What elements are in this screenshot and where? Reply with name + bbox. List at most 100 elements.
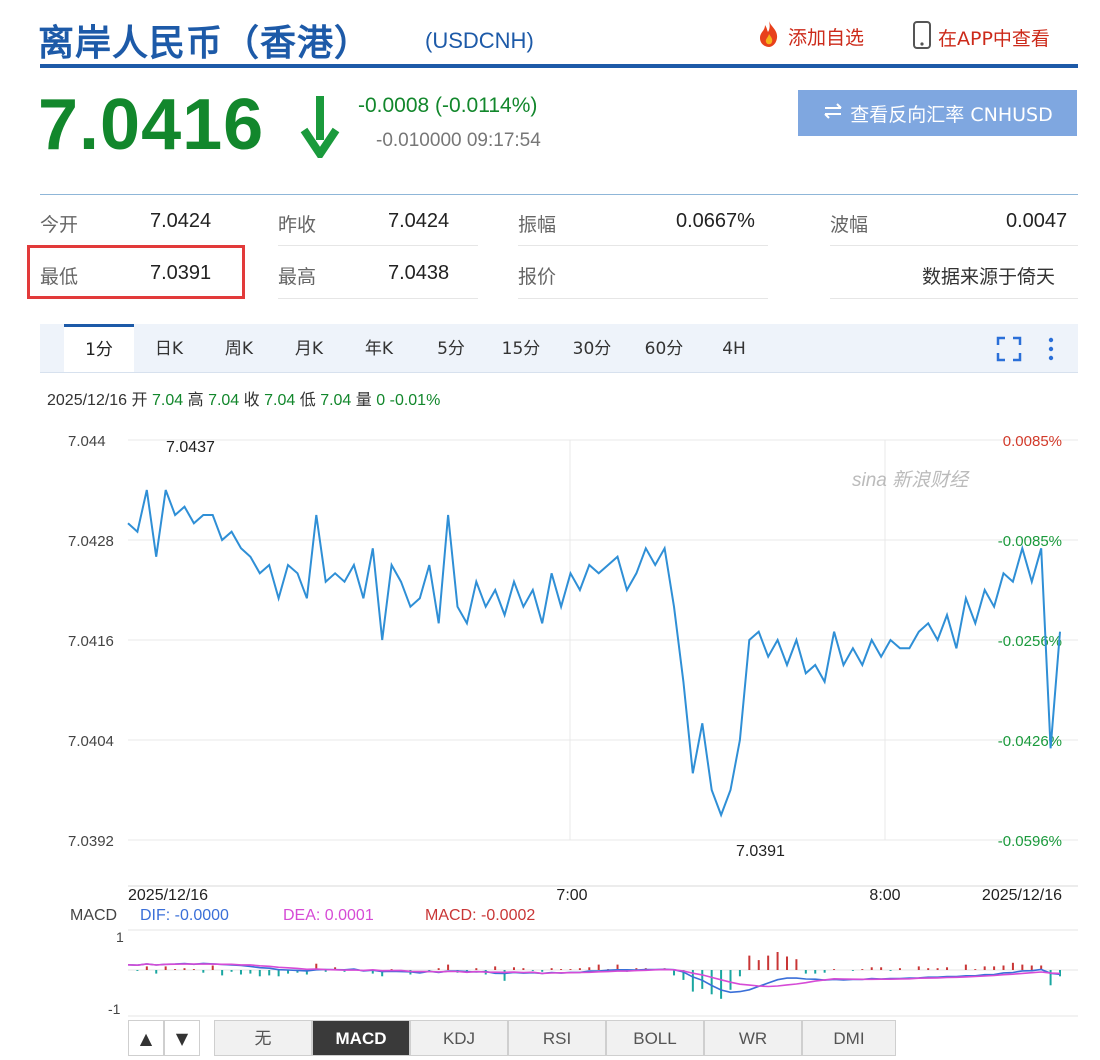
x-axis-label: 7:00 (556, 887, 587, 904)
y-tick-label: 7.0428 (68, 533, 114, 550)
swap-icon (822, 101, 844, 126)
sina-watermark: sina 新浪财经 (852, 469, 970, 491)
macd-title: MACD (70, 907, 117, 924)
stat-label-high: 最高 (278, 266, 317, 288)
scroll-up-button[interactable]: ▲ (128, 1020, 164, 1056)
page-title: 离岸人民币（香港） (38, 23, 372, 64)
tab-15min[interactable]: 15分 (492, 324, 550, 372)
chart-low-label: 7.0391 (736, 843, 785, 860)
x-axis-labels: 2025/12/16 7:00 8:00 2025/12/16 (128, 887, 1062, 904)
info-low: 7.04 (320, 392, 352, 409)
tab-day-k[interactable]: 日K (140, 324, 198, 372)
tab-kdj[interactable]: KDJ (410, 1020, 508, 1056)
chart-grid (128, 439, 1078, 887)
triangle-up-icon: ▲ (139, 1028, 153, 1048)
tab-30min[interactable]: 30分 (562, 324, 622, 372)
view-in-app-button[interactable]: 在APP中查看 (912, 20, 1050, 55)
tab-5min[interactable]: 5分 (422, 324, 480, 372)
row-divider (518, 298, 768, 299)
info-low-label: 低 (299, 392, 316, 409)
fire-icon (756, 20, 782, 53)
intraday-chart: 7.044 7.0428 7.0416 7.0404 7.0392 0.0085% -0.… (68, 433, 1078, 1017)
tab-macd[interactable]: MACD (312, 1020, 410, 1056)
stat-value-prev-close: 7.0424 (388, 210, 450, 232)
y-tick-label: 7.0416 (68, 633, 114, 650)
info-high: 7.04 (208, 392, 240, 409)
add-favorite-label: 添加自选 (788, 27, 865, 49)
y-tick-label: 7.044 (68, 433, 106, 450)
row-divider (278, 245, 478, 246)
macd-dea: DEA: 0.0001 (283, 907, 374, 924)
tab-year-k[interactable]: 年K (350, 324, 408, 372)
row-divider (278, 298, 478, 299)
info-vol: 0 (376, 392, 386, 409)
tab-60min[interactable]: 60分 (634, 324, 694, 372)
macd-pane (127, 929, 1078, 1017)
pct-tick-label: -0.0256% (998, 633, 1062, 650)
y-tick-label: 7.0392 (68, 833, 114, 850)
current-price: 7.0416 (38, 85, 265, 165)
tab-week-k[interactable]: 周K (210, 324, 268, 372)
price-change: -0.0008 (-0.0114%) (358, 94, 538, 117)
info-close-label: 收 (243, 392, 260, 409)
reverse-rate-button[interactable]: 查看反向汇率 CNHUSD (798, 90, 1077, 136)
x-axis-label: 2025/12/16 (128, 887, 208, 904)
macd-axis-bottom: -1 (108, 1001, 121, 1017)
info-vol-label: 量 (355, 392, 372, 409)
macd-value: MACD: -0.0002 (425, 907, 535, 924)
x-axis-label: 8:00 (869, 887, 900, 904)
info-open-label: 开 (131, 392, 148, 409)
indicator-tab-bar: ▲ ▼ 无 MACD KDJ RSI BOLL WR DMI (128, 1020, 1078, 1060)
price-line (127, 489, 1061, 818)
tab-4h[interactable]: 4H (704, 324, 764, 372)
stat-label-quote: 报价 (518, 266, 557, 288)
stat-value-range: 0.0047 (1006, 210, 1068, 232)
info-pct: -0.01% (389, 392, 441, 409)
stat-value-open: 7.0424 (150, 210, 212, 232)
y-axis-ticks: 7.044 7.0428 7.0416 7.0404 7.0392 (68, 433, 114, 850)
tab-boll[interactable]: BOLL (606, 1020, 704, 1056)
info-open: 7.04 (152, 392, 184, 409)
row-divider (830, 245, 1078, 246)
tab-wr[interactable]: WR (704, 1020, 802, 1056)
stat-value-high: 7.0438 (388, 262, 450, 284)
tab-month-k[interactable]: 月K (280, 324, 338, 372)
ohlc-info-line: 2025/12/16 开 7.04 高 7.04 收 7.04 低 7.04 量… (47, 386, 440, 410)
add-favorite-button[interactable]: 添加自选 (756, 20, 864, 53)
macd-axis-top: 1 (116, 929, 124, 945)
price-subline: -0.010000 09:17:54 (376, 130, 541, 151)
macd-dif: DIF: -0.0000 (140, 907, 229, 924)
stat-label-open: 今开 (40, 214, 79, 236)
symbol-code: (USDCNH) (425, 28, 534, 53)
price-series (127, 489, 1061, 818)
data-source-note: 数据来源于倚天 (922, 266, 1056, 288)
triangle-down-icon: ▼ (175, 1028, 189, 1048)
tab-none[interactable]: 无 (214, 1020, 312, 1056)
stats-divider (40, 194, 1078, 195)
more-menu-icon[interactable] (1046, 336, 1056, 366)
pct-tick-label: -0.0085% (998, 533, 1062, 550)
info-close: 7.04 (264, 392, 296, 409)
pct-axis-ticks: 0.0085%-0.0085%-0.0256%-0.0426%-0.0596% (998, 433, 1062, 850)
tab-dmi[interactable]: DMI (802, 1020, 896, 1056)
macd-dea-line (127, 963, 1061, 988)
stat-label-range: 波幅 (830, 214, 869, 236)
info-date: 2025/12/16 (47, 392, 128, 409)
stat-label-prev-close: 昨收 (278, 214, 317, 236)
chart-high-label: 7.0437 (166, 439, 215, 456)
x-axis-label: 2025/12/16 (982, 887, 1062, 904)
view-in-app-label: 在APP中查看 (938, 28, 1050, 50)
stat-label-amplitude: 振幅 (518, 214, 557, 236)
low-highlight-box (27, 245, 245, 299)
pct-tick-label: 0.0085% (1003, 433, 1062, 450)
row-divider (518, 245, 768, 246)
info-high-label: 高 (187, 392, 204, 409)
header-divider (40, 64, 1078, 68)
pct-tick-label: -0.0596% (998, 833, 1062, 850)
stat-value-amplitude: 0.0667% (676, 210, 755, 232)
fullscreen-icon[interactable] (996, 336, 1022, 366)
reverse-rate-label: 查看反向汇率 CNHUSD (850, 103, 1053, 126)
scroll-down-button[interactable]: ▼ (164, 1020, 200, 1056)
tab-1min[interactable]: 1分 (64, 324, 134, 372)
tab-rsi[interactable]: RSI (508, 1020, 606, 1056)
